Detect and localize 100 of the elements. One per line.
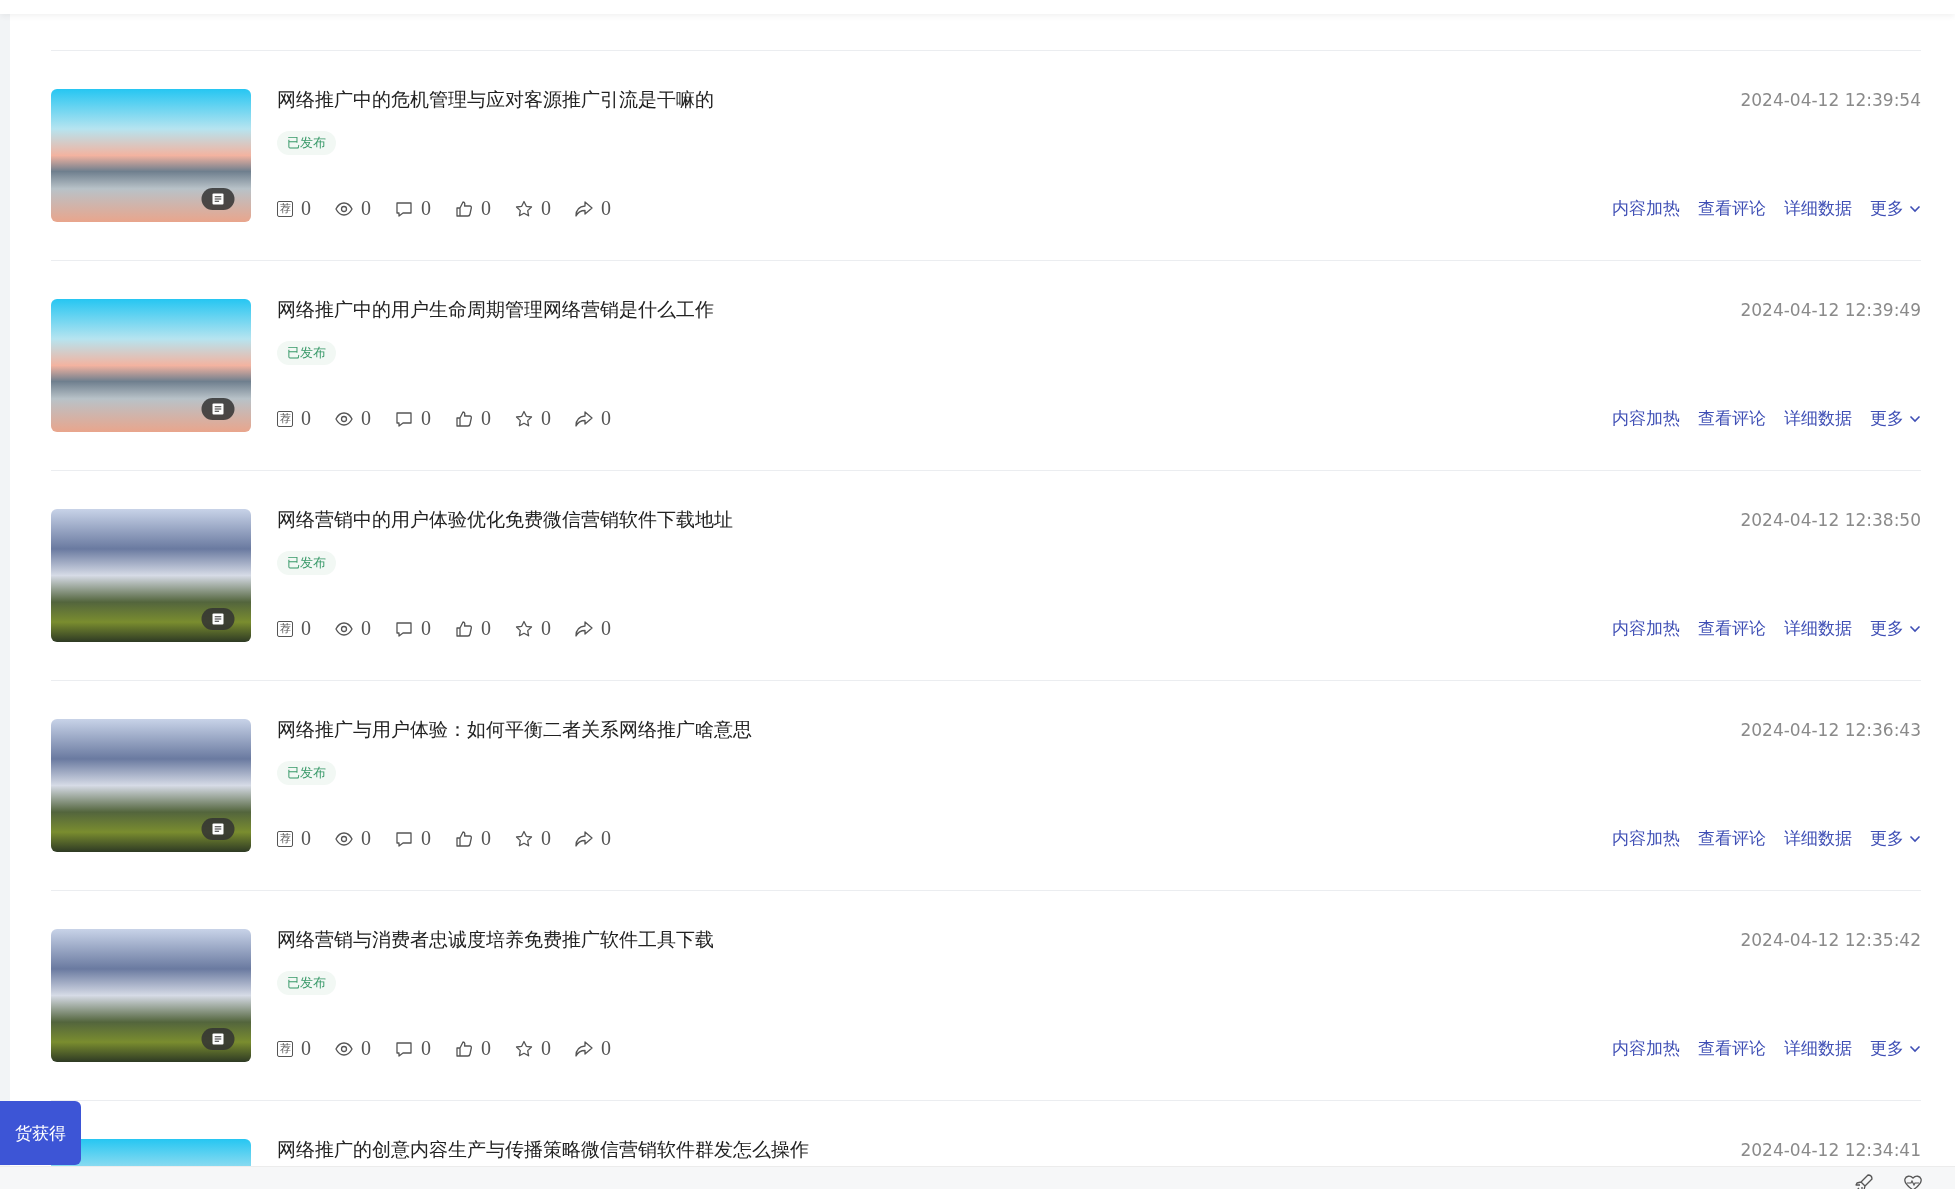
- stat-count: 0: [481, 197, 491, 220]
- stat-count: 0: [601, 1037, 611, 1060]
- caret-icon: [1909, 1044, 1921, 1053]
- status-tag: 已发布: [277, 131, 336, 155]
- share-icon: [575, 829, 593, 848]
- publish-time: 2024-04-12 12:34:41: [1740, 1140, 1921, 1160]
- article-icon: [200, 398, 236, 420]
- status-tag: 已发布: [277, 551, 336, 575]
- comment-icon: [395, 1039, 413, 1058]
- article-title[interactable]: 网络推广中的危机管理与应对客源推广引流是干嘛的: [277, 87, 714, 113]
- floating-button[interactable]: 货获得: [0, 1101, 81, 1165]
- eye-icon: [335, 829, 353, 848]
- more-dropdown[interactable]: 更多: [1870, 617, 1921, 640]
- thumbs-up-icon: [455, 619, 473, 638]
- thumbs-up-icon: [455, 1039, 473, 1058]
- status-tag: 已发布: [277, 341, 336, 365]
- stat-count: 0: [481, 1037, 491, 1060]
- stat-count: 0: [301, 1037, 311, 1060]
- recommend-icon: 荐: [277, 410, 293, 427]
- action-link[interactable]: 查看评论: [1698, 827, 1766, 850]
- thumbs-up-icon: [455, 409, 473, 428]
- action-link[interactable]: 详细数据: [1784, 1037, 1852, 1060]
- publish-time: 2024-04-12 12:35:42: [1740, 930, 1921, 950]
- article-icon: [200, 818, 236, 840]
- article-title[interactable]: 网络推广的创意内容生产与传播策略微信营销软件群发怎么操作: [277, 1137, 809, 1163]
- recommend-icon: 荐: [277, 830, 293, 847]
- article-title[interactable]: 网络推广中的用户生命周期管理网络营销是什么工作: [277, 297, 714, 323]
- stat-count: 0: [421, 827, 431, 850]
- stat-count: 0: [541, 197, 551, 220]
- comment-icon: [395, 199, 413, 218]
- star-icon: [515, 619, 533, 638]
- caret-icon: [1909, 414, 1921, 423]
- status-tag: 已发布: [277, 971, 336, 995]
- article-title[interactable]: 网络营销与消费者忠诚度培养免费推广软件工具下载: [277, 927, 714, 953]
- action-link[interactable]: 内容加热: [1612, 827, 1680, 850]
- star-icon: [515, 199, 533, 218]
- action-link[interactable]: 内容加热: [1612, 407, 1680, 430]
- stat-count: 0: [301, 617, 311, 640]
- more-dropdown[interactable]: 更多: [1870, 197, 1921, 220]
- publish-time: 2024-04-12 12:39:49: [1740, 300, 1921, 320]
- stat-count: 0: [421, 1037, 431, 1060]
- stat-count: 0: [481, 617, 491, 640]
- caret-icon: [1909, 624, 1921, 633]
- recommend-icon: 荐: [277, 1040, 293, 1057]
- action-link[interactable]: 查看评论: [1698, 1037, 1766, 1060]
- share-icon: [575, 199, 593, 218]
- action-link[interactable]: 查看评论: [1698, 617, 1766, 640]
- article-title[interactable]: 网络推广与用户体验：如何平衡二者关系网络推广啥意思: [277, 717, 752, 743]
- stat-count: 0: [421, 407, 431, 430]
- eye-icon: [335, 199, 353, 218]
- stat-count: 0: [481, 407, 491, 430]
- action-link[interactable]: 详细数据: [1784, 827, 1852, 850]
- heartbeat-icon[interactable]: [1903, 1173, 1923, 1189]
- action-link[interactable]: 详细数据: [1784, 197, 1852, 220]
- stat-count: 0: [601, 617, 611, 640]
- action-link[interactable]: 内容加热: [1612, 1037, 1680, 1060]
- stat-count: 0: [361, 827, 371, 850]
- article-title[interactable]: 网络营销中的用户体验优化免费微信营销软件下载地址: [277, 507, 733, 533]
- eye-icon: [335, 409, 353, 428]
- publish-time: 2024-04-12 12:36:43: [1740, 720, 1921, 740]
- stat-count: 0: [601, 407, 611, 430]
- recommend-icon: 荐: [277, 620, 293, 637]
- caret-icon: [1909, 834, 1921, 843]
- more-dropdown[interactable]: 更多: [1870, 1037, 1921, 1060]
- status-tag: 已发布: [277, 761, 336, 785]
- more-dropdown[interactable]: 更多: [1870, 407, 1921, 430]
- action-link[interactable]: 查看评论: [1698, 197, 1766, 220]
- eye-icon: [335, 619, 353, 638]
- stat-count: 0: [361, 407, 371, 430]
- comment-icon: [395, 829, 413, 848]
- stat-count: 0: [301, 827, 311, 850]
- publish-time: 2024-04-12 12:38:50: [1740, 510, 1921, 530]
- action-link[interactable]: 内容加热: [1612, 617, 1680, 640]
- more-dropdown[interactable]: 更多: [1870, 827, 1921, 850]
- caret-icon: [1909, 204, 1921, 213]
- share-icon: [575, 409, 593, 428]
- star-icon: [515, 829, 533, 848]
- star-icon: [515, 409, 533, 428]
- comment-icon: [395, 619, 413, 638]
- comment-icon: [395, 409, 413, 428]
- stat-count: 0: [541, 407, 551, 430]
- stat-count: 0: [541, 617, 551, 640]
- stat-count: 0: [601, 827, 611, 850]
- stat-count: 0: [421, 197, 431, 220]
- share-icon: [575, 1039, 593, 1058]
- action-link[interactable]: 详细数据: [1784, 617, 1852, 640]
- star-icon: [515, 1039, 533, 1058]
- article-icon: [200, 608, 236, 630]
- stat-count: 0: [361, 617, 371, 640]
- stat-count: 0: [541, 1037, 551, 1060]
- action-link[interactable]: 查看评论: [1698, 407, 1766, 430]
- stat-count: 0: [601, 197, 611, 220]
- stat-count: 0: [301, 197, 311, 220]
- stat-count: 0: [301, 407, 311, 430]
- publish-time: 2024-04-12 12:39:54: [1740, 90, 1921, 110]
- action-link[interactable]: 详细数据: [1784, 407, 1852, 430]
- thumbs-up-icon: [455, 199, 473, 218]
- article-icon: [200, 1028, 236, 1050]
- action-link[interactable]: 内容加热: [1612, 197, 1680, 220]
- article-icon: [200, 188, 236, 210]
